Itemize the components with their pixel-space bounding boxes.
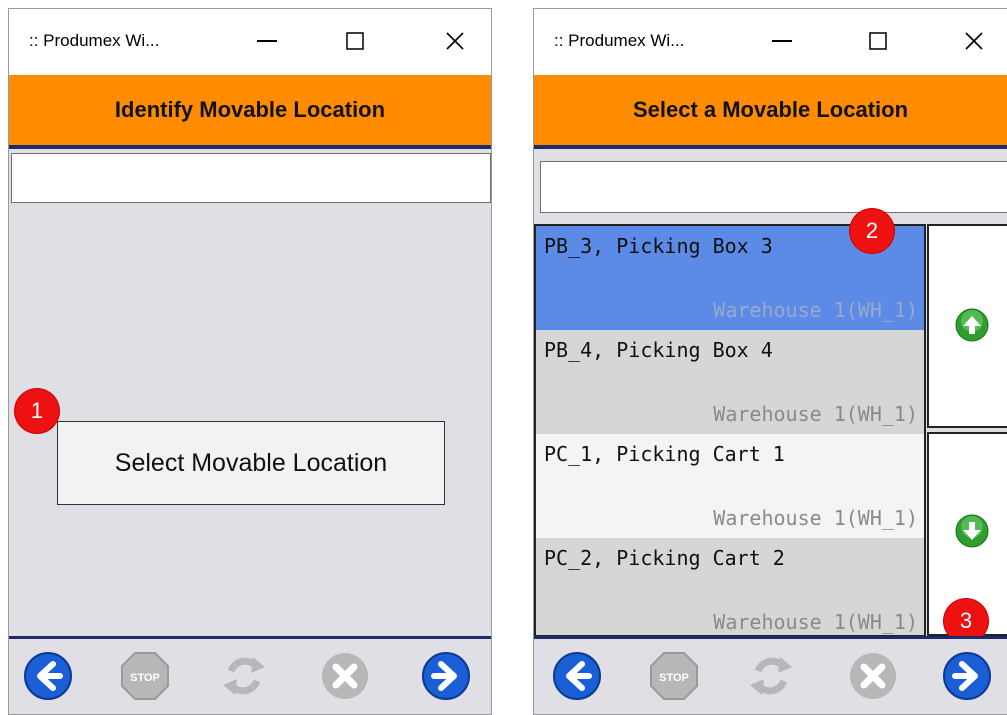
list-item[interactable]: PC_2, Picking Cart 2 Warehouse 1(WH_1): [536, 538, 924, 635]
close-button[interactable]: [433, 21, 477, 61]
page-header: Select a Movable Location: [534, 75, 1007, 149]
svg-text:STOP: STOP: [659, 672, 689, 684]
minimize-button[interactable]: [245, 21, 289, 61]
refresh-icon[interactable]: [219, 651, 269, 701]
maximize-button[interactable]: [856, 21, 900, 61]
close-icon: [446, 32, 464, 50]
page-header: Identify Movable Location: [9, 75, 491, 149]
cancel-icon[interactable]: [320, 651, 370, 701]
cancel-icon[interactable]: [848, 651, 898, 701]
window-title: :: Produmex Wi...: [29, 31, 160, 50]
title-bar: :: Produmex Wi...: [9, 9, 491, 75]
refresh-icon[interactable]: [746, 651, 796, 701]
scroll-up-button[interactable]: [927, 224, 1007, 428]
nav-footer: STOP: [9, 636, 491, 714]
title-bar: :: Produmex Wi...: [534, 9, 1007, 75]
list-item[interactable]: PC_1, Picking Cart 1 Warehouse 1(WH_1): [536, 434, 924, 538]
close-button[interactable]: [952, 21, 996, 61]
select-movable-location-button[interactable]: Select Movable Location: [57, 421, 445, 505]
maximize-icon: [346, 32, 364, 50]
list-item[interactable]: PB_4, Picking Box 4 Warehouse 1(WH_1): [536, 330, 924, 434]
minimize-icon: [772, 40, 792, 42]
scan-input[interactable]: [540, 161, 1007, 213]
nav-footer: STOP: [534, 636, 1007, 714]
window-title: :: Produmex Wi...: [554, 31, 685, 50]
minimize-button[interactable]: [760, 21, 804, 61]
next-arrow-icon[interactable]: [942, 651, 992, 701]
location-list: PB_3, Picking Box 3 Warehouse 1(WH_1) PB…: [534, 224, 926, 637]
page-title: Identify Movable Location: [114, 97, 386, 122]
maximize-button[interactable]: [333, 21, 377, 61]
next-arrow-icon[interactable]: [421, 651, 471, 701]
back-arrow-icon[interactable]: [552, 651, 602, 701]
identify-movable-location-window: :: Produmex Wi... Identify Movable Locat…: [8, 8, 492, 715]
back-arrow-icon[interactable]: [23, 651, 73, 701]
content-area: PB_3, Picking Box 3 Warehouse 1(WH_1) PB…: [534, 149, 1007, 643]
stop-icon[interactable]: STOP: [649, 651, 699, 701]
svg-text:STOP: STOP: [130, 672, 160, 684]
close-icon: [965, 32, 983, 50]
stop-icon[interactable]: STOP: [120, 651, 170, 701]
page-title: Select a Movable Location: [632, 97, 909, 122]
minimize-icon: [257, 40, 277, 42]
step-badge-2: 2: [850, 209, 894, 253]
scroll-down-icon: [955, 514, 989, 548]
step-badge-1: 1: [15, 389, 59, 433]
scan-input[interactable]: [11, 153, 491, 203]
scroll-up-icon: [955, 308, 989, 342]
maximize-icon: [869, 32, 887, 50]
select-movable-location-window: :: Produmex Wi... Select a Movable Locat…: [533, 8, 1007, 715]
content-area: Select Movable Location 1: [9, 149, 491, 636]
